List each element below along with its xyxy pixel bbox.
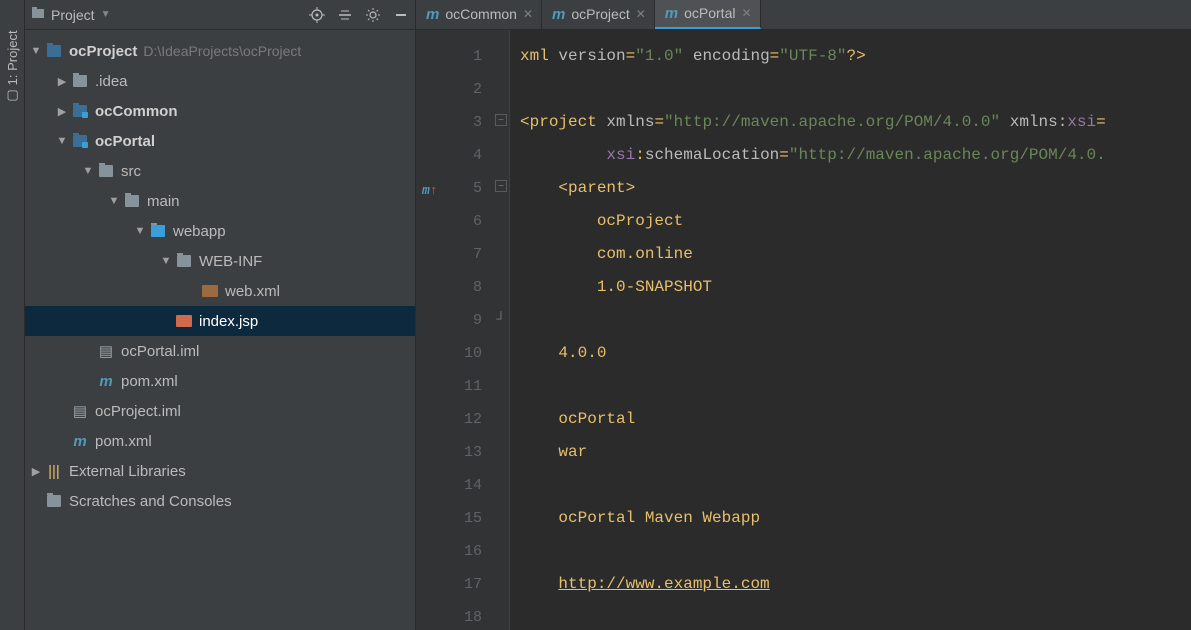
vertical-tab-bar: ▢ 1: Project: [0, 0, 25, 630]
editor-panel: m ocCommon ✕ m ocProject ✕ m ocPortal ✕ m↑ 12345…: [416, 0, 1191, 630]
tree-row-ocproject-iml[interactable]: ▤ocProject.iml: [25, 396, 415, 426]
line-gutter[interactable]: m↑ 123456789101112131415161718: [416, 30, 492, 630]
tree-label: ocPortal.iml: [121, 343, 199, 360]
close-icon[interactable]: ✕: [636, 7, 646, 21]
tree-row-ocportal[interactable]: ▼ ocPortal: [25, 126, 415, 156]
tree-row-src[interactable]: ▼ src: [25, 156, 415, 186]
expand-arrow-icon[interactable]: ▼: [133, 225, 147, 237]
project-title-text: Project: [51, 7, 95, 23]
hide-icon[interactable]: [393, 7, 409, 23]
tree-row-webapp[interactable]: ▼ webapp: [25, 216, 415, 246]
project-panel: Project ▼ ▼ ocProject D:\IdeaProjects\ocPr…: [25, 0, 416, 630]
editor-tabs: m ocCommon ✕ m ocProject ✕ m ocPortal ✕: [416, 0, 1191, 30]
maven-gutter-icon[interactable]: m↑: [422, 174, 438, 207]
tree-row-web-inf[interactable]: ▼ WEB-INF: [25, 246, 415, 276]
fold-margin[interactable]: − − ┘: [492, 30, 510, 630]
fold-icon[interactable]: −: [495, 180, 507, 192]
expand-arrow-icon[interactable]: ▼: [107, 195, 121, 207]
locate-icon[interactable]: [309, 7, 325, 23]
tree-row-scratches-and-consoles[interactable]: Scratches and Consoles: [25, 486, 415, 516]
tree-label: pom.xml: [95, 433, 152, 450]
project-title-icon: [31, 6, 45, 23]
tree-label: ocPortal: [95, 133, 155, 150]
tree-row-pom-xml[interactable]: mpom.xml: [25, 366, 415, 396]
maven-file-icon: m: [665, 5, 678, 22]
project-tab-label: 1: Project: [5, 30, 20, 85]
tree-label: ocProject: [69, 43, 137, 60]
editor-area: m↑ 123456789101112131415161718 − − ┘ xml v…: [416, 30, 1191, 630]
project-tree[interactable]: ▼ ocProject D:\IdeaProjects\ocProject ▶ .ide…: [25, 30, 415, 630]
expand-arrow-icon[interactable]: ▼: [81, 165, 95, 177]
dropdown-arrow-icon: ▼: [101, 9, 111, 20]
maven-file-icon: m: [552, 6, 565, 23]
close-icon[interactable]: ✕: [741, 6, 751, 20]
tree-row-web-xml[interactable]: web.xml: [25, 276, 415, 306]
tree-row-main[interactable]: ▼ main: [25, 186, 415, 216]
tree-row-index-jsp[interactable]: index.jsp: [25, 306, 415, 336]
tree-label: main: [147, 193, 180, 210]
editor-tab-ocproject[interactable]: m ocProject ✕: [542, 0, 655, 29]
tree-label: web.xml: [225, 283, 280, 300]
tree-row-occommon[interactable]: ▶ ocCommon: [25, 96, 415, 126]
collapse-icon[interactable]: [337, 7, 353, 23]
tree-label: webapp: [173, 223, 226, 240]
fold-icon[interactable]: −: [495, 114, 507, 126]
expand-arrow-icon[interactable]: ▶: [29, 465, 43, 478]
tree-label: WEB-INF: [199, 253, 262, 270]
expand-arrow-icon[interactable]: ▶: [55, 105, 69, 118]
project-panel-header: Project ▼: [25, 0, 415, 30]
project-tool-tab[interactable]: ▢ 1: Project: [4, 30, 20, 101]
tab-label: ocCommon: [445, 6, 517, 22]
maven-file-icon: m: [426, 6, 439, 23]
tree-path: D:\IdeaProjects\ocProject: [143, 43, 301, 59]
tree-row-ocportal-iml[interactable]: ▤ocPortal.iml: [25, 336, 415, 366]
tree-label: Scratches and Consoles: [69, 493, 232, 510]
editor-tab-ocportal[interactable]: m ocPortal ✕: [655, 0, 761, 29]
expand-arrow-icon[interactable]: ▼: [55, 135, 69, 147]
tree-label: index.jsp: [199, 313, 258, 330]
code-editor[interactable]: xml version="1.0" encoding="UTF-8"?> <pr…: [510, 30, 1191, 630]
expand-arrow-icon[interactable]: ▼: [29, 45, 43, 57]
tree-label: pom.xml: [121, 373, 178, 390]
tree-label: src: [121, 163, 141, 180]
tree-label: .idea: [95, 73, 128, 90]
editor-tab-occommon[interactable]: m ocCommon ✕: [416, 0, 542, 29]
expand-arrow-icon[interactable]: ▶: [55, 75, 69, 88]
gear-icon[interactable]: [365, 7, 381, 23]
tab-label: ocPortal: [684, 5, 735, 21]
project-tab-icon: ▢: [4, 89, 20, 101]
tree-label: ocProject.iml: [95, 403, 181, 420]
close-icon[interactable]: ✕: [523, 7, 533, 21]
tree-row--idea[interactable]: ▶ .idea: [25, 66, 415, 96]
tree-row-ocproject[interactable]: ▼ ocProject D:\IdeaProjects\ocProject: [25, 36, 415, 66]
tree-row-external-libraries[interactable]: ▶|||External Libraries: [25, 456, 415, 486]
expand-arrow-icon[interactable]: ▼: [159, 255, 173, 267]
tab-label: ocProject: [571, 6, 629, 22]
tree-row-pom-xml[interactable]: mpom.xml: [25, 426, 415, 456]
tree-label: External Libraries: [69, 463, 186, 480]
tree-label: ocCommon: [95, 103, 178, 120]
project-panel-title[interactable]: Project ▼: [31, 6, 110, 23]
fold-icon[interactable]: ┘: [495, 312, 507, 324]
